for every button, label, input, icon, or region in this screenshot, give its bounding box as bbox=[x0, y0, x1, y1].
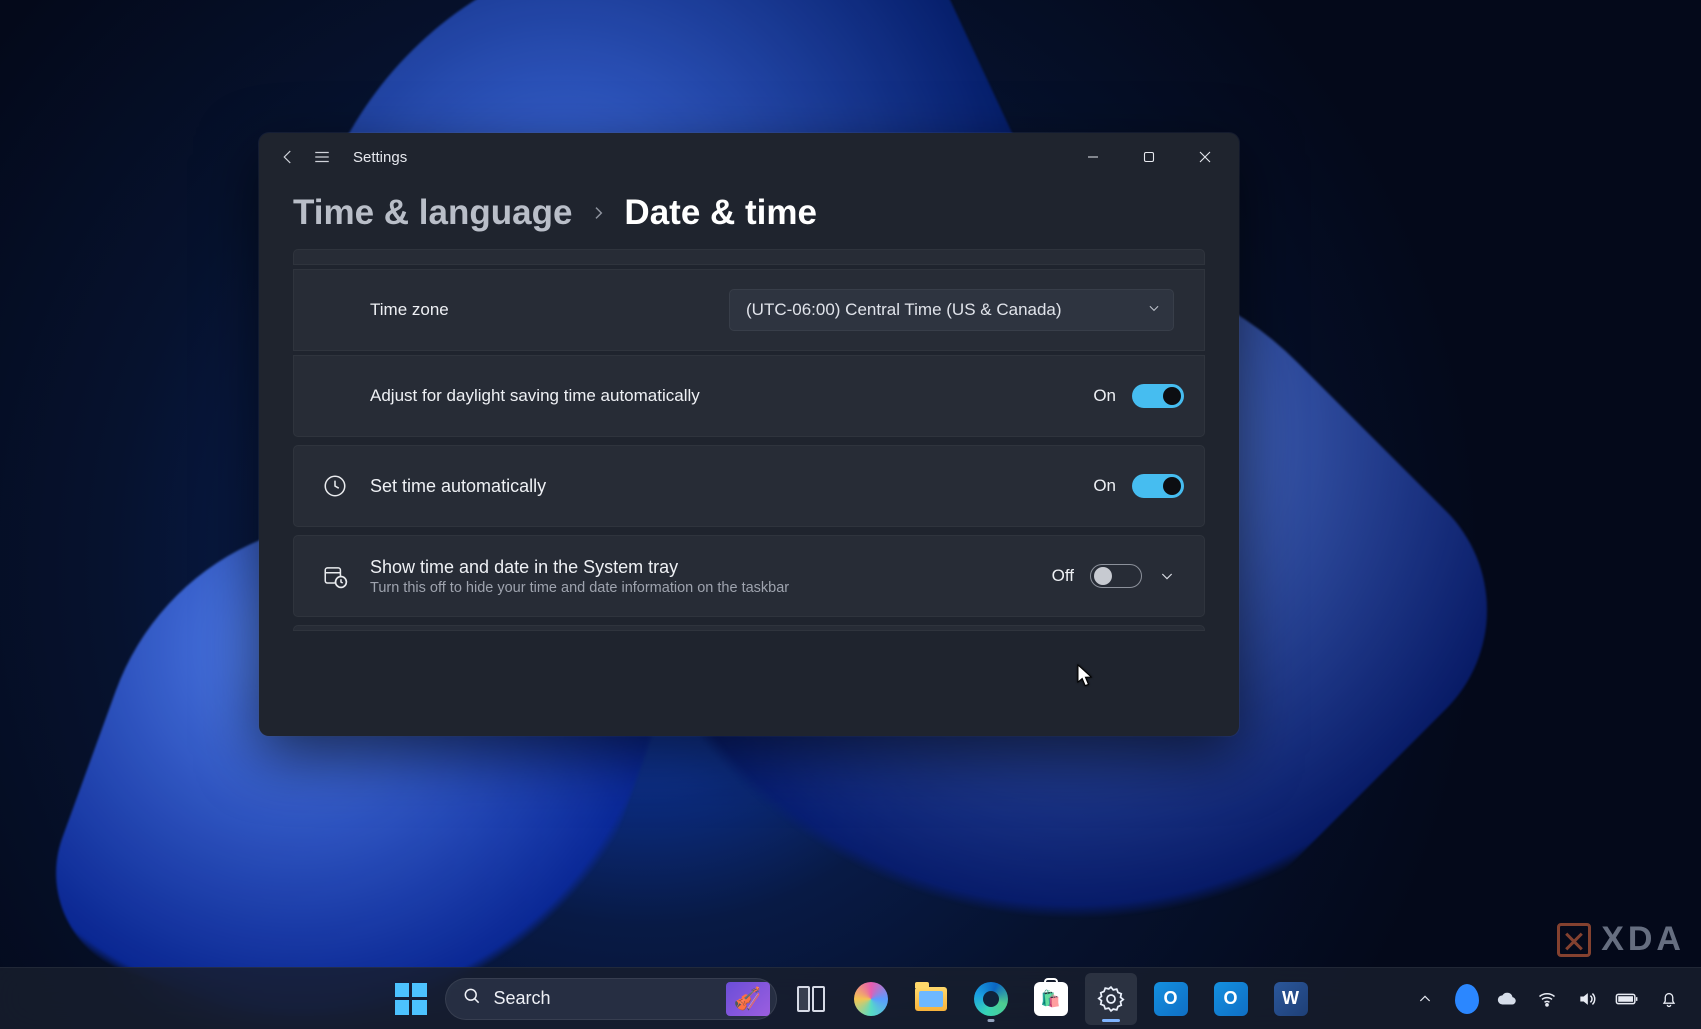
time-zone-select[interactable]: (UTC-06:00) Central Time (US & Canada) bbox=[729, 289, 1174, 331]
start-button[interactable] bbox=[385, 973, 437, 1025]
windows-security-icon bbox=[1455, 984, 1479, 1014]
breadcrumb-parent-link[interactable]: Time & language bbox=[293, 193, 572, 233]
dst-row: Adjust for daylight saving time automati… bbox=[293, 355, 1205, 437]
system-tray-time-label: Show time and date in the System tray bbox=[370, 557, 1052, 578]
taskbar-app-word[interactable]: W bbox=[1265, 973, 1317, 1025]
ms-store-icon: 🛍️ bbox=[1034, 982, 1068, 1016]
settings-window: Settings Time & language Date & time Tim… bbox=[259, 133, 1239, 736]
task-view-button[interactable] bbox=[785, 973, 837, 1025]
chevron-up-icon bbox=[1417, 991, 1433, 1007]
maximize-icon bbox=[1143, 151, 1155, 163]
outlook-icon: O bbox=[1154, 982, 1188, 1016]
outlook-new-icon: O bbox=[1214, 982, 1248, 1016]
word-icon: W bbox=[1274, 982, 1308, 1016]
chevron-down-icon bbox=[1159, 568, 1175, 584]
taskbar-app-outlook[interactable]: O bbox=[1145, 973, 1197, 1025]
system-tray-time-state: Off bbox=[1052, 566, 1074, 586]
settings-icon bbox=[1094, 982, 1128, 1016]
tray-volume-icon[interactable] bbox=[1575, 987, 1599, 1011]
breadcrumb-current: Date & time bbox=[624, 193, 817, 233]
tray-overflow-button[interactable] bbox=[1411, 987, 1439, 1011]
taskbar-app-edge[interactable] bbox=[965, 973, 1017, 1025]
wifi-icon bbox=[1537, 989, 1557, 1009]
tray-notifications-button[interactable] bbox=[1655, 987, 1683, 1011]
system-tray-time-expander[interactable] bbox=[1150, 568, 1184, 584]
copilot-icon bbox=[854, 982, 888, 1016]
windows-logo-icon bbox=[395, 983, 427, 1015]
set-time-auto-row: Set time automatically On bbox=[293, 445, 1205, 527]
dst-label: Adjust for daylight saving time automati… bbox=[370, 386, 1093, 406]
set-time-auto-toggle[interactable] bbox=[1132, 474, 1184, 498]
set-time-auto-label: Set time automatically bbox=[370, 476, 1093, 497]
minimize-icon bbox=[1087, 151, 1099, 163]
taskbar-search[interactable]: Search 🎻 bbox=[445, 978, 777, 1020]
taskbar-app-outlook-new[interactable]: O bbox=[1205, 973, 1257, 1025]
system-tray-time-description: Turn this off to hide your time and date… bbox=[370, 580, 1052, 596]
volume-icon bbox=[1577, 989, 1597, 1009]
edge-icon bbox=[974, 982, 1008, 1016]
chevron-down-icon bbox=[1147, 300, 1161, 320]
tray-wifi-icon[interactable] bbox=[1535, 987, 1559, 1011]
taskbar-app-explorer[interactable] bbox=[905, 973, 957, 1025]
calendar-clock-icon bbox=[316, 563, 354, 589]
set-time-auto-state: On bbox=[1093, 476, 1116, 496]
system-tray bbox=[1411, 968, 1683, 1029]
search-highlight-icon[interactable]: 🎻 bbox=[726, 982, 770, 1016]
watermark-text: XDA bbox=[1601, 920, 1685, 959]
tray-security-icon[interactable] bbox=[1455, 987, 1479, 1011]
task-view-icon bbox=[794, 982, 828, 1016]
time-zone-label: Time zone bbox=[370, 300, 650, 320]
settings-group-top-cap bbox=[293, 249, 1205, 265]
battery-icon bbox=[1615, 989, 1639, 1009]
watermark: XDA bbox=[1557, 920, 1685, 959]
system-tray-time-toggle[interactable] bbox=[1090, 564, 1142, 588]
taskbar-app-settings[interactable] bbox=[1085, 973, 1137, 1025]
chevron-right-icon bbox=[590, 201, 606, 227]
bell-icon bbox=[1659, 989, 1679, 1009]
search-icon bbox=[462, 986, 482, 1011]
xda-logo-icon bbox=[1557, 923, 1591, 957]
taskbar-app-copilot[interactable] bbox=[845, 973, 897, 1025]
tray-onedrive-icon[interactable] bbox=[1495, 987, 1519, 1011]
arrow-left-icon bbox=[279, 148, 297, 166]
dst-toggle[interactable] bbox=[1132, 384, 1184, 408]
window-minimize-button[interactable] bbox=[1065, 137, 1121, 177]
breadcrumb: Time & language Date & time bbox=[293, 193, 1205, 233]
clock-icon bbox=[316, 473, 354, 499]
window-title: Settings bbox=[353, 149, 407, 166]
cloud-icon bbox=[1496, 988, 1518, 1010]
title-bar: Settings bbox=[259, 133, 1239, 181]
system-tray-time-row: Show time and date in the System tray Tu… bbox=[293, 535, 1205, 617]
settings-content: Time & language Date & time Time zone (U… bbox=[259, 181, 1239, 736]
tray-battery-icon[interactable] bbox=[1615, 987, 1639, 1011]
taskbar-app-store[interactable]: 🛍️ bbox=[1025, 973, 1077, 1025]
close-icon bbox=[1199, 151, 1211, 163]
dst-toggle-state: On bbox=[1093, 386, 1116, 406]
taskbar-search-placeholder: Search bbox=[494, 988, 726, 1009]
file-explorer-icon bbox=[914, 982, 948, 1016]
taskbar: Search 🎻 🛍️ O O W bbox=[0, 967, 1701, 1029]
time-zone-row: Time zone (UTC-06:00) Central Time (US &… bbox=[293, 269, 1205, 351]
window-maximize-button[interactable] bbox=[1121, 137, 1177, 177]
hamburger-icon bbox=[313, 148, 331, 166]
window-close-button[interactable] bbox=[1177, 137, 1233, 177]
settings-next-group-peek bbox=[293, 625, 1205, 631]
nav-menu-button[interactable] bbox=[305, 140, 339, 174]
time-zone-selected-value: (UTC-06:00) Central Time (US & Canada) bbox=[746, 300, 1062, 320]
back-button[interactable] bbox=[271, 140, 305, 174]
